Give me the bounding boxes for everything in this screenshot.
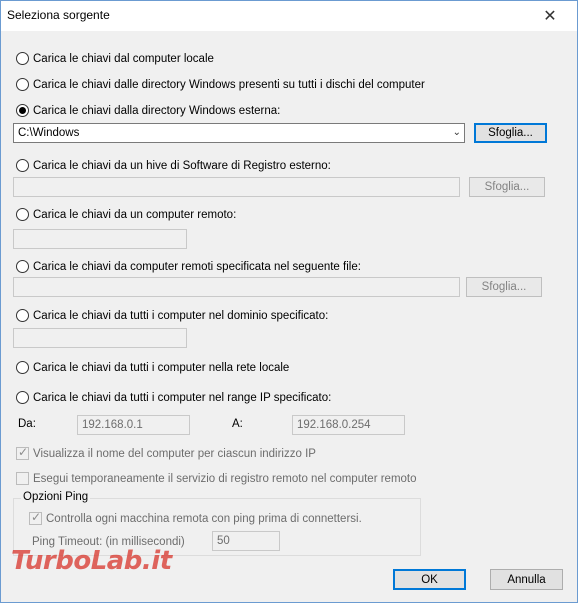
ip-from-input[interactable]: 192.168.0.1 (77, 415, 190, 435)
option-external-hive-label: Carica le chiavi da un hive di Software … (33, 159, 331, 172)
radio-remote-file[interactable] (16, 260, 29, 273)
external-hive-input[interactable] (13, 177, 460, 197)
browse-remote-file-button[interactable]: Sfoglia... (466, 277, 542, 297)
ok-button-label: OK (421, 573, 438, 586)
close-icon: ✕ (543, 8, 557, 25)
cancel-button-label: Annulla (507, 573, 546, 586)
radio-domain[interactable] (16, 309, 29, 322)
checkbox-ping[interactable] (29, 510, 42, 525)
cancel-button[interactable]: Annulla (490, 569, 563, 590)
option-lan-label: Carica le chiavi da tutti i computer nel… (33, 361, 290, 374)
option-all-disks[interactable]: Carica le chiavi dalle directory Windows… (16, 78, 425, 91)
close-button[interactable]: ✕ (527, 1, 573, 31)
option-domain-label: Carica le chiavi da tutti i computer nel… (33, 309, 329, 322)
radio-remote[interactable] (16, 208, 29, 221)
domain-input[interactable] (13, 328, 187, 348)
check-ping[interactable]: Controlla ogni macchina remota con ping … (29, 510, 362, 525)
ip-to-label: A: (232, 418, 243, 430)
browse-external-dir-button[interactable]: Sfoglia... (474, 123, 547, 143)
option-ip-range-label: Carica le chiavi da tutti i computer nel… (33, 391, 332, 404)
check-remote-service[interactable]: Esegui temporaneamente il servizio di re… (16, 472, 417, 485)
check-remote-service-label: Esegui temporaneamente il servizio di re… (33, 472, 417, 485)
radio-all-disks[interactable] (16, 78, 29, 91)
check-show-name[interactable]: Visualizza il nome del computer per cias… (16, 445, 316, 460)
ip-from-label: Da: (18, 418, 36, 430)
option-remote-file-label: Carica le chiavi da computer remoti spec… (33, 260, 361, 273)
checkbox-show-name[interactable] (16, 445, 29, 460)
ok-button[interactable]: OK (393, 569, 466, 590)
option-local[interactable]: Carica le chiavi dal computer locale (16, 52, 214, 65)
option-external-dir-label: Carica le chiavi dalla directory Windows… (33, 104, 281, 117)
option-local-label: Carica le chiavi dal computer locale (33, 52, 214, 65)
option-domain[interactable]: Carica le chiavi da tutti i computer nel… (16, 309, 328, 322)
ping-timeout-value: 50 (217, 535, 230, 547)
radio-lan[interactable] (16, 361, 29, 374)
remote-computer-input[interactable] (13, 229, 187, 249)
radio-external-dir[interactable] (16, 104, 29, 117)
option-ip-range[interactable]: Carica le chiavi da tutti i computer nel… (16, 391, 331, 404)
remote-file-input[interactable] (13, 277, 460, 297)
option-remote[interactable]: Carica le chiavi da un computer remoto: (16, 208, 236, 221)
check-show-name-label: Visualizza il nome del computer per cias… (33, 447, 316, 460)
browse-external-hive-button[interactable]: Sfoglia... (469, 177, 545, 197)
radio-external-hive[interactable] (16, 159, 29, 172)
option-external-dir[interactable]: Carica le chiavi dalla directory Windows… (16, 104, 280, 117)
option-remote-file[interactable]: Carica le chiavi da computer remoti spec… (16, 260, 361, 273)
chevron-down-icon[interactable]: ⌄ (453, 126, 461, 140)
ip-to-input[interactable]: 192.168.0.254 (292, 415, 405, 435)
external-dir-combo[interactable]: C:\Windows ⌄ (13, 123, 465, 143)
ping-group-title: Opzioni Ping (21, 491, 91, 503)
check-ping-label: Controlla ogni macchina remota con ping … (46, 512, 362, 525)
browse-remote-file-label: Sfoglia... (481, 281, 527, 293)
ip-to-value: 192.168.0.254 (297, 419, 371, 431)
radio-ip-range[interactable] (16, 391, 29, 404)
option-all-disks-label: Carica le chiavi dalle directory Windows… (33, 78, 425, 91)
window-title: Seleziona sorgente (7, 8, 110, 22)
browse-external-dir-label: Sfoglia... (488, 127, 533, 139)
title-bar: Seleziona sorgente ✕ (1, 1, 577, 31)
radio-local[interactable] (16, 52, 29, 65)
turbolab-watermark: TurboLab.it (11, 546, 172, 576)
checkbox-remote-service[interactable] (16, 472, 29, 485)
option-remote-label: Carica le chiavi da un computer remoto: (33, 208, 237, 221)
select-source-dialog: Seleziona sorgente ✕ Carica le chiavi da… (0, 0, 578, 603)
ping-timeout-input[interactable]: 50 (212, 531, 280, 551)
browse-external-hive-label: Sfoglia... (484, 181, 530, 193)
external-dir-value: C:\Windows (18, 127, 80, 139)
option-lan[interactable]: Carica le chiavi da tutti i computer nel… (16, 361, 289, 374)
ip-from-value: 192.168.0.1 (82, 419, 143, 431)
option-external-hive[interactable]: Carica le chiavi da un hive di Software … (16, 159, 331, 172)
